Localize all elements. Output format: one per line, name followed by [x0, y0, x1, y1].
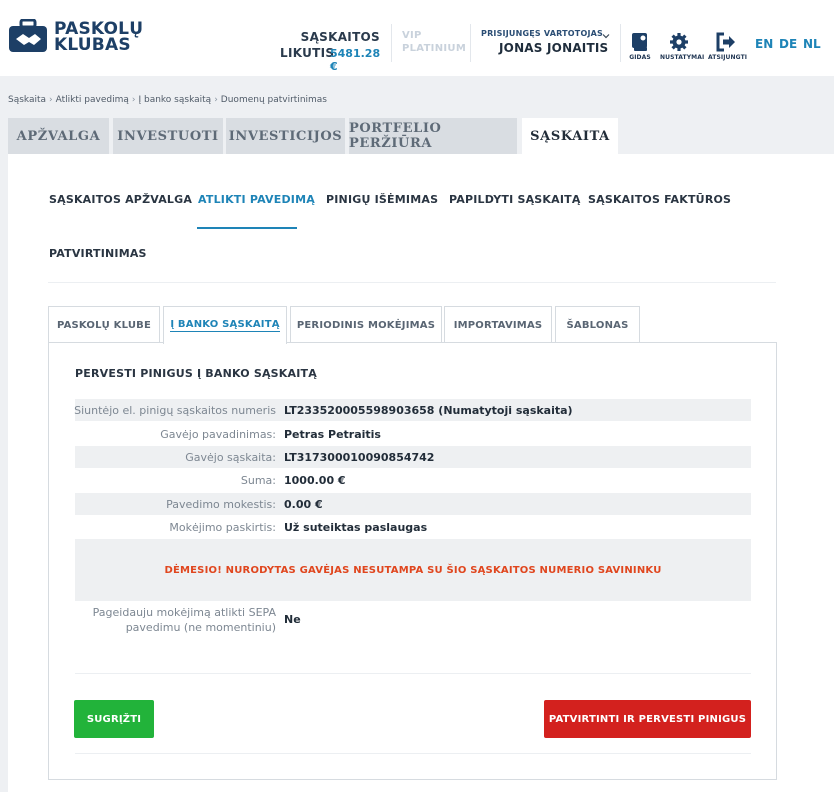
divider	[470, 24, 471, 62]
vip-level: PLATINIUM	[402, 43, 467, 54]
logout-label: ATSIJUNGTI	[708, 54, 748, 61]
detail-value: 1000.00 €	[284, 474, 346, 487]
brand-logo[interactable]: PASKOLŲ KLUBAS	[8, 17, 143, 57]
subnav-top-up[interactable]: PAPILDYTI SĄSKAITĄ	[449, 193, 581, 206]
subnav-withdrawal[interactable]: PINIGŲ IŠĖMIMAS	[326, 193, 438, 206]
detail-row-sender-account: Siuntėjo el. pinigų sąskaitos numeris LT…	[74, 399, 751, 421]
subnav-account-overview[interactable]: SĄSKAITOS APŽVALGA	[49, 193, 192, 206]
brand-name: PASKOLŲ KLUBAS	[54, 21, 143, 55]
breadcrumb-separator: ›	[49, 95, 53, 105]
breadcrumb-item[interactable]: Sąskaita	[8, 95, 46, 105]
lang-de[interactable]: DE	[779, 37, 797, 51]
tab-periodic-payment-label: PERIODINIS MOKĖJIMAS	[296, 319, 436, 331]
tab-in-club[interactable]: PASKOLŲ KLUBE	[48, 306, 160, 343]
breadcrumb-separator: ›	[214, 95, 218, 105]
divider	[75, 673, 751, 674]
subnav-invoices[interactable]: SĄSKAITOS FAKTŪROS	[588, 193, 731, 206]
balance-amount: 5481.28 €	[330, 47, 381, 73]
back-button[interactable]: SUGRĮŽTI	[74, 700, 154, 738]
subnav-confirmation[interactable]: PATVIRTINIMAS	[49, 247, 147, 260]
divider	[75, 753, 751, 754]
tab-overview[interactable]: APŽVALGA	[8, 118, 109, 154]
top-header: PASKOLŲ KLUBAS SĄSKAITOS LIKUTIS 5481.28…	[0, 0, 834, 76]
divider	[391, 24, 392, 62]
breadcrumb-separator: ›	[131, 95, 136, 105]
tab-import-label: IMPORTAVIMAS	[453, 319, 543, 331]
detail-row-purpose: Mokėjimo paskirtis: Už suteiktas paslaug…	[75, 516, 751, 538]
tab-template[interactable]: ŠABLONAS	[555, 306, 640, 343]
tab-invest[interactable]: INVESTUOTI	[113, 118, 223, 154]
detail-row-sepa: Pageidauju mokėjimą atlikti SEPA pavedim…	[75, 605, 751, 639]
chevron-down-icon	[602, 34, 610, 39]
confirm-transfer-button[interactable]: PATVIRTINTI IR PERVESTI PINIGUS	[544, 700, 751, 738]
detail-value: Petras Petraitis	[284, 428, 381, 441]
brand-line2: KLUBAS	[54, 35, 131, 55]
tab-to-bank-account[interactable]: Į BANKO SĄSKAITĄ	[163, 306, 287, 344]
tab-portfolio[interactable]: PORTFELIO PERŽIŪRA	[349, 118, 517, 154]
tab-import[interactable]: IMPORTAVIMAS	[444, 306, 552, 343]
detail-row-fee: Pavedimo mokestis: 0.00 €	[75, 493, 751, 515]
divider	[620, 24, 621, 62]
balance-label-bottom: LIKUTIS	[280, 46, 335, 60]
detail-label: Suma:	[240, 474, 276, 487]
tab-investments[interactable]: INVESTICIJOS	[226, 118, 345, 154]
sepa-label: Pageidauju mokėjimą atlikti SEPA pavedim…	[92, 606, 276, 634]
breadcrumb-current: Duomenų patvirtinimas	[220, 95, 327, 105]
guide-button[interactable]: GIDAS	[628, 32, 652, 61]
detail-value: LT317300010090854742	[284, 451, 435, 464]
user-name: JONAS JONAITIS	[499, 41, 609, 55]
detail-value: Už suteiktas paslaugas	[284, 521, 428, 534]
detail-label: Pavedimo mokestis:	[166, 498, 276, 511]
tab-to-bank-account-label: Į BANKO SĄSKAITĄ	[170, 319, 280, 332]
breadcrumb: Sąskaita › Atlikti pavedimą › Į banko sąskai…	[8, 95, 327, 105]
balance-label-top: SĄSKAITOS	[300, 30, 380, 44]
user-caption: PRISIJUNGĘS VARTOTOJAS	[481, 29, 603, 38]
settings-button[interactable]: NUSTATYMAI	[660, 32, 705, 61]
breadcrumb-item[interactable]: Atlikti pavedimą	[56, 95, 129, 105]
tab-periodic-payment[interactable]: PERIODINIS MOKĖJIMAS	[290, 306, 442, 343]
guide-icon	[632, 33, 647, 51]
tab-in-club-label: PASKOLŲ KLUBE	[56, 319, 152, 331]
detail-row-recipient-name: Gavėjo pavadinimas: Petras Petraitis	[75, 423, 751, 445]
vip-status: VIP PLATINIUM	[402, 29, 466, 55]
gear-icon	[670, 33, 688, 51]
briefcase-handshake-icon	[9, 19, 47, 52]
subnav-active-indicator	[197, 227, 297, 229]
detail-label: Gavėjo pavadinimas:	[160, 428, 276, 441]
warning-message: DĖMESIO! NURODYTAS GAVĖJAS NESUTAMPA SU …	[75, 539, 751, 601]
tab-template-label: ŠABLONAS	[566, 319, 629, 331]
logout-icon	[716, 32, 735, 52]
guide-label: GIDAS	[629, 54, 651, 61]
detail-label: Gavėjo sąskaita:	[185, 451, 276, 464]
lang-en[interactable]: EN	[755, 37, 773, 51]
detail-row-amount: Suma: 1000.00 €	[75, 469, 751, 491]
user-menu[interactable]: PRISIJUNGĘS VARTOTOJAS JONAS JONAITIS	[481, 29, 611, 55]
detail-row-recipient-account: Gavėjo sąskaita: LT317300010090854742	[75, 446, 751, 468]
subnav-divider	[48, 282, 776, 283]
subnav-make-transfer[interactable]: ATLIKTI PAVEDIMĄ	[198, 193, 315, 206]
vip-label: VIP	[402, 30, 422, 41]
detail-value: 0.00 €	[284, 498, 323, 511]
tab-account[interactable]: SĄSKAITA	[522, 118, 618, 154]
lang-nl[interactable]: NL	[803, 37, 821, 51]
detail-label: Mokėjimo paskirtis:	[169, 521, 276, 534]
sepa-value: Ne	[284, 613, 301, 626]
logout-button[interactable]: ATSIJUNGTI	[708, 32, 748, 61]
settings-label: NUSTATYMAI	[660, 54, 705, 61]
breadcrumb-item[interactable]: Į banko sąskaitą	[138, 95, 211, 105]
detail-value: LT233520005598903658 (Numatytoji sąskait…	[284, 404, 573, 417]
detail-label: Siuntėjo el. pinigų sąskaitos numeris	[74, 404, 276, 417]
form-title: PERVESTI PINIGUS Į BANKO SĄSKAITĄ	[75, 367, 317, 380]
